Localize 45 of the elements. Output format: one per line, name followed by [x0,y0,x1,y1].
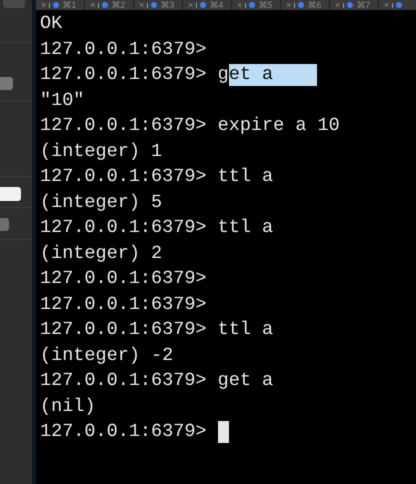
close-icon[interactable]: × [188,0,194,10]
tab[interactable]: × ⌘1 [36,0,85,10]
terminal-line: OK [40,12,62,36]
terminal-line: 127.0.0.1:6379> [40,420,208,444]
close-icon[interactable]: × [286,0,292,10]
close-icon[interactable]: × [384,0,390,10]
tab[interactable]: × ⌘2 [85,0,134,10]
tab[interactable]: × ⌘5 [232,0,281,10]
close-icon[interactable]: × [139,0,144,10]
terminal-line: 127.0.0.1:6379> ttl a [40,318,274,342]
terminal-line: 127.0.0.1:6379> expire a 10 [40,114,340,138]
tab-label: ⌘2 [111,0,126,10]
tab[interactable]: × ⌘6 [281,0,330,10]
tab[interactable]: × ⌘7 [330,0,379,10]
terminal-line: 127.0.0.1:6379> get a [40,369,274,393]
tab-label: ⌘3 [160,0,174,10]
terminal-line: (integer) 2 [40,242,162,266]
terminal-line: 127.0.0.1:6379> [40,267,207,291]
close-icon[interactable]: × [41,0,46,10]
close-icon[interactable]: × [335,0,340,10]
close-icon[interactable]: × [237,0,242,10]
terminal-line: 127.0.0.1:6379> [40,38,207,62]
panel-button[interactable] [0,218,9,231]
tab-label: ⌘7 [356,0,370,10]
tab[interactable]: × ⌘4 [183,0,232,10]
terminal-line: (integer) 1 [40,140,162,164]
tab[interactable]: × [379,0,416,10]
terminal-line: "10" [40,88,84,112]
terminal-line: 127.0.0.1:6379> ttl a [40,165,274,189]
tab[interactable]: × ⌘3 [134,0,183,10]
tab-label: ⌘5 [258,0,272,10]
panel-button[interactable] [0,77,13,90]
selected-text: et a [228,64,318,86]
terminal-line: (integer) 5 [40,190,162,214]
close-icon[interactable]: × [90,0,96,10]
input-field[interactable] [0,187,21,201]
tab-label: ⌘1 [62,0,76,10]
terminal-line: 127.0.0.1:6379> ttl a [40,216,274,240]
terminal-line: 127.0.0.1:6379> g [40,63,229,87]
tab-label: ⌘4 [209,0,224,10]
toolbar-icon[interactable] [3,0,25,8]
tab-label: ⌘6 [307,0,322,10]
terminal-line: 127.0.0.1:6379> [40,292,207,316]
terminal-line: (integer) -2 [40,344,174,368]
terminal-line: (nil) [40,394,96,418]
